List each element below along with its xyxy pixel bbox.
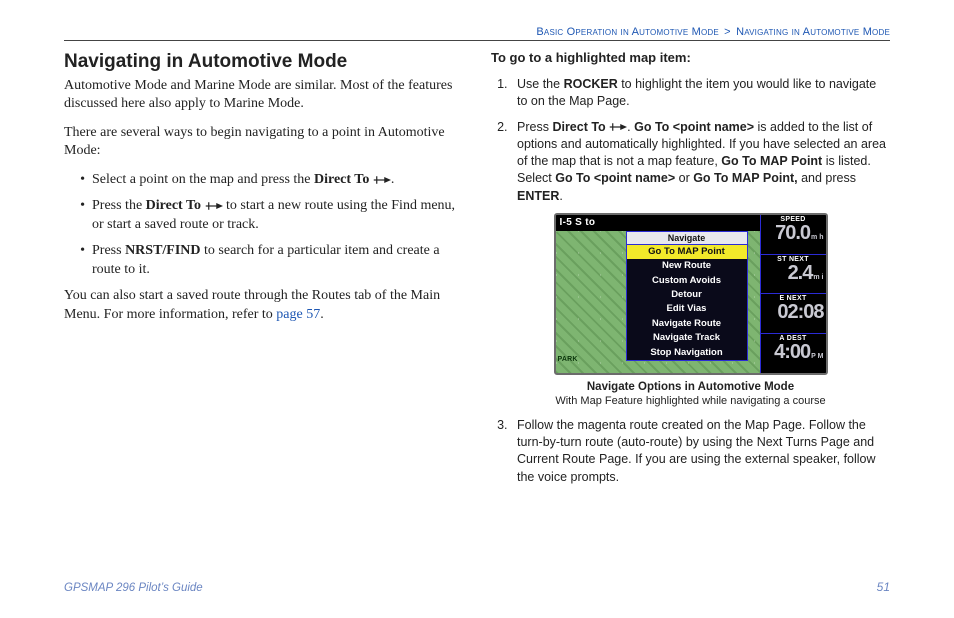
breadcrumb: Basic Operation in Automotive Mode > Nav…	[64, 26, 890, 38]
navigate-menu: Navigate Go To MAP Point New Route Custo…	[626, 231, 748, 361]
left-column: Navigating in Automotive Mode Automotive…	[64, 49, 463, 494]
top-divider	[64, 40, 890, 41]
panel-eta: E NEXT 02:08	[760, 293, 826, 333]
panel-next-unit: m i	[813, 274, 823, 281]
section-heading: Navigating in Automotive Mode	[64, 51, 463, 73]
page-footer: GPSMAP 296 Pilot’s Guide 51	[64, 580, 890, 594]
step-2k: and press	[798, 171, 856, 185]
intro-para-2: There are several ways to begin navigati…	[64, 124, 463, 161]
footer-guide: GPSMAP 296 Pilot’s Guide	[64, 582, 203, 594]
bullet-1a: Select a point on the map and press the	[92, 172, 314, 187]
step-2l: ENTER	[517, 189, 559, 203]
device-status-bar: I-5 S to	[556, 215, 760, 231]
step-3: Follow the magenta route created on the …	[511, 417, 890, 486]
bullet-1b: Direct To	[314, 172, 373, 187]
right-column: To go to a highlighted map item: Use the…	[491, 49, 890, 494]
step-2m: .	[559, 189, 562, 203]
panel-next: ST NEXT 2.4m i	[760, 254, 826, 294]
subheading: To go to a highlighted map item:	[491, 49, 890, 66]
direct-to-icon: D	[373, 175, 391, 185]
bullet-3b: NRST/FIND	[125, 243, 200, 258]
bullet-2b: Direct To	[146, 198, 205, 213]
breadcrumb-right: Navigating in Automotive Mode	[736, 26, 890, 38]
step-2h: Go To <point name>	[555, 171, 675, 185]
breadcrumb-sep: >	[724, 26, 731, 38]
step-2d: Go To <point name>	[634, 120, 754, 134]
step-1a: Use the	[517, 77, 564, 91]
bullet-list: Select a point on the map and press the …	[88, 171, 463, 279]
steps-list: Use the ROCKER to highlight the item you…	[511, 76, 890, 205]
menu-item-0: Go To MAP Point	[627, 245, 747, 259]
steps-list-cont: Follow the magenta route created on the …	[511, 417, 890, 486]
step-2i: or	[675, 171, 693, 185]
menu-item-1: New Route	[627, 259, 747, 273]
map-label-park: PARK	[558, 356, 578, 363]
closing-para-a: You can also start a saved route through…	[64, 288, 440, 321]
step-2j: Go To MAP Point,	[693, 171, 797, 185]
step-2a: Press	[517, 120, 552, 134]
panel-next-value: 2.4	[788, 263, 813, 283]
bullet-1: Select a point on the map and press the …	[92, 171, 463, 189]
menu-item-3: Detour	[627, 288, 747, 302]
bullet-1c: .	[391, 172, 395, 187]
device-screenshot: I-5 S to PARK Navigate Go To MAP Point N…	[554, 213, 828, 375]
intro-para-1: Automotive Mode and Marine Mode are simi…	[64, 77, 463, 114]
bullet-3a: Press	[92, 243, 125, 258]
menu-item-5: Navigate Route	[627, 317, 747, 331]
panel-speed-value: 70.0	[775, 223, 810, 243]
panel-dest: A DEST 4:00P M	[760, 333, 826, 373]
bullet-3: Press NRST/FIND to search for a particul…	[92, 242, 463, 279]
menu-item-6: Navigate Track	[627, 331, 747, 345]
panel-dest-unit: P M	[811, 353, 823, 360]
closing-para: You can also start a saved route through…	[64, 287, 463, 324]
breadcrumb-left: Basic Operation in Automotive Mode	[536, 26, 719, 38]
page-link[interactable]: page 57	[276, 307, 320, 322]
step-2: Press Direct To . Go To <point name> is …	[511, 119, 890, 205]
figure-caption-bold: Navigate Options in Automotive Mode	[491, 381, 890, 393]
menu-title: Navigate	[627, 232, 747, 245]
panel-speed: SPEED 70.0m h	[760, 215, 826, 254]
direct-to-icon	[609, 122, 627, 132]
bullet-2: Press the Direct To to start a new route…	[92, 197, 463, 234]
footer-page-number: 51	[877, 580, 890, 594]
menu-item-4: Edit Vias	[627, 302, 747, 316]
direct-to-icon	[205, 201, 223, 211]
menu-item-2: Custom Avoids	[627, 274, 747, 288]
step-1: Use the ROCKER to highlight the item you…	[511, 76, 890, 111]
panel-eta-value: 02:08	[777, 302, 823, 322]
bullet-2a: Press the	[92, 198, 146, 213]
device-map: PARK Navigate Go To MAP Point New Route …	[556, 231, 760, 373]
figure-caption: With Map Feature highlighted while navig…	[491, 395, 890, 407]
panel-dest-value: 4:00	[774, 342, 810, 362]
step-2b: Direct To	[552, 120, 609, 134]
device-side-panels: SPEED 70.0m h ST NEXT 2.4m i E NEXT 02:0…	[760, 215, 826, 373]
figure: I-5 S to PARK Navigate Go To MAP Point N…	[491, 213, 890, 407]
panel-speed-unit: m h	[811, 234, 823, 241]
closing-para-b: .	[320, 307, 324, 322]
step-1b: ROCKER	[564, 77, 618, 91]
menu-item-7: Stop Navigation	[627, 346, 747, 360]
step-2f: Go To MAP Point	[721, 154, 822, 168]
